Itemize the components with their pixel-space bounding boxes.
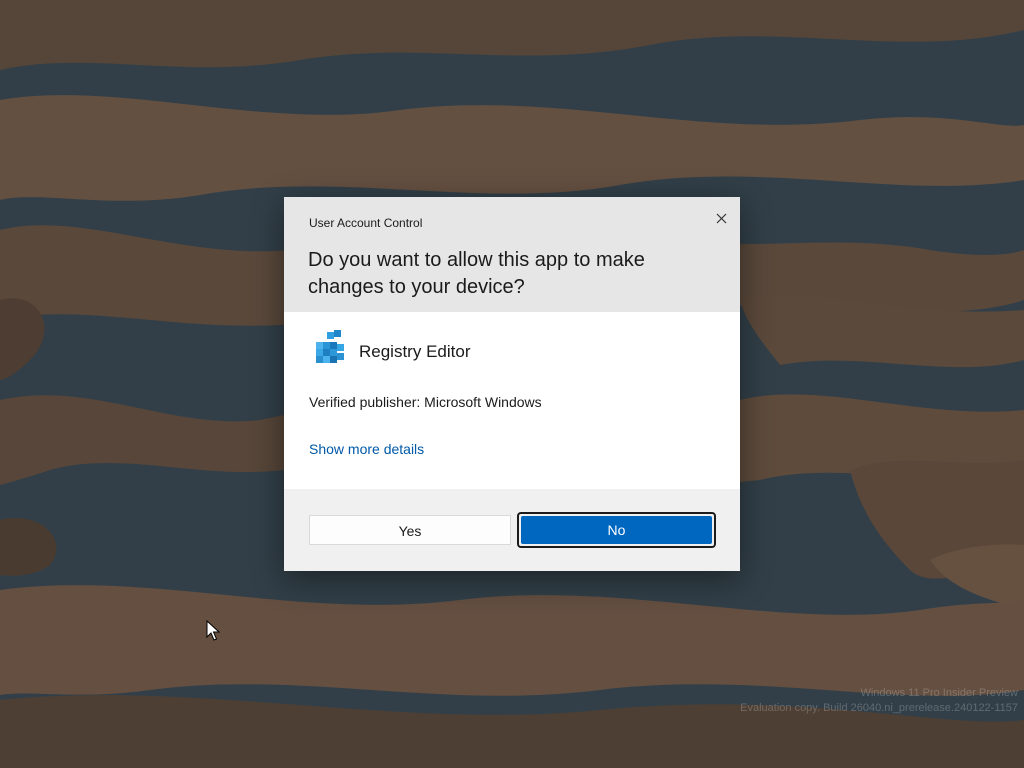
close-icon (716, 213, 727, 224)
app-name: Registry Editor (359, 342, 471, 361)
dialog-title: User Account Control (309, 216, 423, 230)
registry-editor-icon (316, 330, 344, 363)
build-watermark: Windows 11 Pro Insider Preview Evaluatio… (740, 686, 1018, 716)
app-info: Registry Editor (309, 330, 709, 370)
dialog-footer: Yes No (284, 489, 740, 571)
yes-button[interactable]: Yes (309, 515, 511, 545)
verified-publisher: Verified publisher: Microsoft Windows (309, 394, 542, 410)
show-more-details-link[interactable]: Show more details (309, 441, 424, 457)
desktop: Windows 11 Pro Insider Preview Evaluatio… (0, 0, 1024, 768)
watermark-line-1: Windows 11 Pro Insider Preview (860, 687, 1018, 699)
mouse-pointer-icon (206, 620, 220, 641)
watermark-line-2: Evaluation copy. Build 26040.ni_prerelea… (740, 702, 1018, 714)
dialog-header: User Account Control Do you want to allo… (284, 197, 740, 312)
close-button[interactable] (707, 203, 737, 233)
no-button[interactable]: No (521, 516, 712, 544)
uac-question: Do you want to allow this app to make ch… (308, 249, 645, 298)
uac-dialog: User Account Control Do you want to allo… (284, 197, 740, 571)
